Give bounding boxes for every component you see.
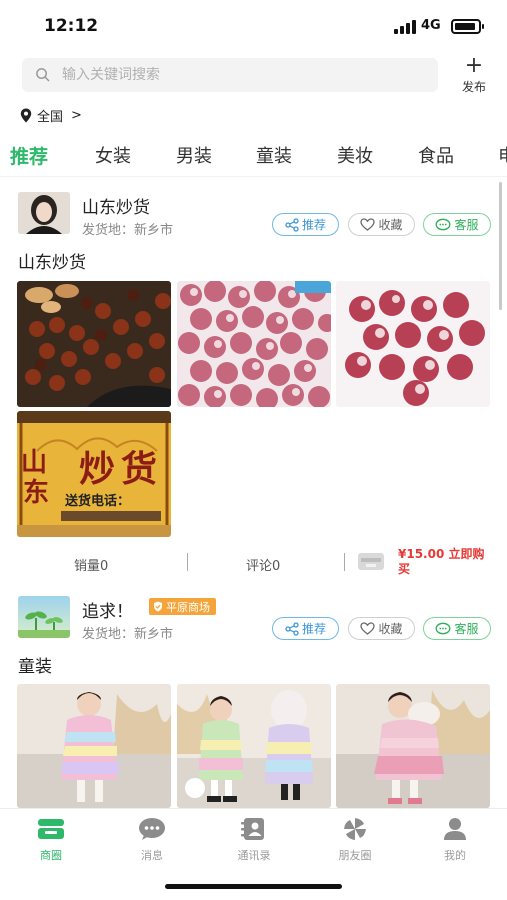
nav-item-moments[interactable]: 朋友圈 (325, 817, 385, 863)
nav-label: 朋友圈 (338, 849, 372, 862)
favorite-label: 收藏 (378, 622, 403, 636)
author-name[interactable]: 山东炒货 (82, 193, 150, 218)
ship-from: 发货地：新乡市 (82, 627, 174, 642)
shop-badge-label: 平原商场 (166, 600, 210, 614)
comment-count[interactable]: 评论0 (246, 555, 280, 574)
nav-label: 消息 (141, 849, 163, 862)
recommend-button[interactable]: 推荐 (272, 617, 339, 640)
nav-item-contacts[interactable]: 通讯录 (224, 817, 284, 863)
home-indicator (165, 884, 342, 889)
nav-label: 通讯录 (237, 849, 271, 862)
tab-kids[interactable]: 童装 (256, 142, 292, 168)
profile-icon (444, 818, 466, 840)
post-photo-red-dates-2[interactable] (336, 281, 490, 407)
customer-service-label: 客服 (454, 622, 479, 636)
svg-text:炒: 炒 (79, 449, 115, 490)
separator (187, 553, 188, 571)
shop-badge: 平原商场 (149, 598, 216, 615)
post-photo-stall-sign[interactable]: 炒 货 山 东 送货电话： (17, 411, 171, 537)
share-icon (285, 217, 299, 232)
customer-service-button[interactable]: 客服 (423, 617, 491, 640)
sales-count: 销量0 (74, 559, 109, 574)
status-bar: 12:12 4G (0, 0, 507, 50)
shield-check-icon (154, 601, 162, 612)
recommend-label: 推荐 (301, 218, 326, 232)
post-photo-kids-coat-1[interactable] (17, 684, 171, 808)
post-title: 山东炒货 (18, 253, 86, 273)
separator (344, 553, 345, 571)
tab-beauty[interactable]: 美妆 (337, 142, 373, 168)
heart-icon (360, 622, 376, 635)
search-input[interactable] (62, 58, 432, 92)
favorite-label: 收藏 (378, 218, 403, 232)
scrollbar[interactable] (499, 182, 502, 310)
svg-text:货: 货 (121, 449, 157, 490)
tab-recommend[interactable]: 推荐 (10, 142, 48, 169)
plus-icon: + (464, 53, 484, 78)
nav-label: 我的 (444, 849, 466, 862)
post-photo-kids-coat-2[interactable] (177, 684, 331, 808)
status-time: 12:12 (44, 16, 99, 36)
network-type: 4G (421, 18, 441, 33)
signal-icon (394, 20, 416, 34)
customer-service-button[interactable]: 客服 (423, 213, 491, 236)
nav-label: 商圈 (40, 849, 62, 862)
tab-electronics[interactable]: 电 (498, 142, 507, 168)
post-photo-chestnuts[interactable] (17, 281, 171, 407)
customer-service-label: 客服 (454, 218, 479, 232)
svg-text:东: 东 (23, 477, 49, 508)
publish-label: 发布 (461, 80, 486, 94)
region-selector[interactable]: 全国 > (20, 106, 82, 125)
post-title: 童装 (18, 657, 52, 677)
cart-icon (358, 553, 384, 570)
chat-icon (436, 218, 451, 230)
favorite-button[interactable]: 收藏 (348, 617, 415, 640)
search-bar[interactable] (22, 58, 438, 92)
avatar[interactable] (18, 192, 70, 234)
nav-item-messages[interactable]: 消息 (122, 817, 182, 863)
publish-button[interactable]: + 发布 (452, 53, 496, 96)
contacts-icon (241, 818, 264, 840)
nav-item-profile[interactable]: 我的 (425, 817, 485, 863)
chevron-right-icon: > (71, 107, 82, 123)
svg-text:山: 山 (21, 448, 47, 478)
favorite-button[interactable]: 收藏 (348, 213, 415, 236)
author-name[interactable]: 追求！ (82, 597, 133, 622)
category-tabs: 推荐 女装 男装 童装 美妆 食品 电 (0, 138, 507, 174)
divider (0, 176, 507, 177)
recommend-label: 推荐 (301, 622, 326, 636)
location-pin-icon (20, 108, 32, 122)
recommend-button[interactable]: 推荐 (272, 213, 339, 236)
search-icon (36, 68, 50, 82)
nav-item-market[interactable]: 商圈 (21, 817, 81, 863)
svg-text:送货电话：: 送货电话： (64, 493, 130, 509)
tab-food[interactable]: 食品 (418, 142, 454, 168)
heart-icon (360, 218, 376, 231)
chat-icon (436, 622, 451, 634)
avatar[interactable] (18, 596, 70, 638)
post-stats: 销量0 评论0 ¥15.00 立即购买 (0, 545, 507, 579)
post-photo-red-dates-1[interactable] (177, 281, 331, 407)
ship-from: 发货地：新乡市 (82, 223, 174, 238)
post-photo-kids-coat-3[interactable] (336, 684, 490, 808)
region-label: 全国 (37, 109, 64, 125)
tab-mens[interactable]: 男装 (176, 142, 212, 168)
moments-icon (344, 818, 366, 840)
share-icon (285, 621, 299, 636)
battery-icon (451, 19, 484, 34)
buy-now-button[interactable]: ¥15.00 立即购买 (398, 547, 488, 577)
tab-womens[interactable]: 女装 (95, 142, 131, 168)
market-icon (38, 819, 64, 839)
message-icon (139, 818, 165, 840)
